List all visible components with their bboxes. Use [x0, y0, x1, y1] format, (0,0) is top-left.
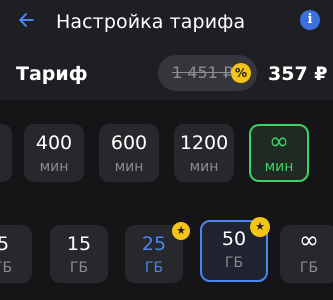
minutes-option-1200[interactable]: 1200 мин	[174, 124, 234, 182]
gb-option-unlimited[interactable]: ∞ ГБ	[280, 225, 333, 283]
gb-unit: ГБ	[69, 260, 89, 276]
page-title: Настройка тарифа	[56, 11, 246, 33]
minutes-option-unlimited[interactable]: ∞ мин	[249, 124, 309, 182]
arrow-left-icon	[16, 10, 36, 34]
minutes-option-600[interactable]: 600 мин	[99, 124, 159, 182]
header: Настройка тарифа i Тариф 1 451 ₽ % 357 ₽	[0, 0, 333, 100]
minutes-unit: мин	[39, 159, 69, 175]
gb-unit: ГБ	[224, 255, 244, 271]
minutes-value: ∞	[269, 127, 289, 155]
minutes-unit: мин	[114, 159, 144, 175]
info-icon[interactable]: i	[300, 10, 320, 30]
percent-icon: %	[231, 63, 251, 83]
back-button[interactable]	[14, 10, 38, 34]
minutes-value: 600	[110, 132, 148, 154]
tariff-label: Тариф	[16, 63, 88, 85]
gb-unit: ГБ	[0, 260, 13, 276]
new-price: 357 ₽	[268, 63, 328, 85]
star-icon: ★	[250, 217, 270, 237]
minutes-unit: мин	[189, 159, 219, 175]
minutes-value: 1200	[179, 132, 229, 154]
gb-value: 5	[0, 233, 10, 255]
gb-unit: ГБ	[144, 260, 164, 276]
gb-option-5[interactable]: 5 ГБ	[0, 225, 32, 283]
gb-value: ∞	[299, 226, 319, 254]
gb-unit: ГБ	[299, 260, 319, 276]
old-price: 1 451 ₽	[172, 63, 234, 82]
old-price-pill: 1 451 ₽ %	[158, 55, 257, 91]
tariff-settings-screen: Настройка тарифа i Тариф 1 451 ₽ % 357 ₽…	[0, 0, 333, 300]
minutes-value: 400	[35, 132, 73, 154]
minutes-unit: мин	[264, 159, 294, 175]
minutes-option-partial[interactable]	[0, 124, 12, 182]
star-icon: ★	[172, 222, 190, 240]
minutes-option-400[interactable]: 400 мин	[24, 124, 84, 182]
gb-value: 15	[66, 233, 92, 255]
gb-option-15[interactable]: 15 ГБ	[50, 225, 108, 283]
